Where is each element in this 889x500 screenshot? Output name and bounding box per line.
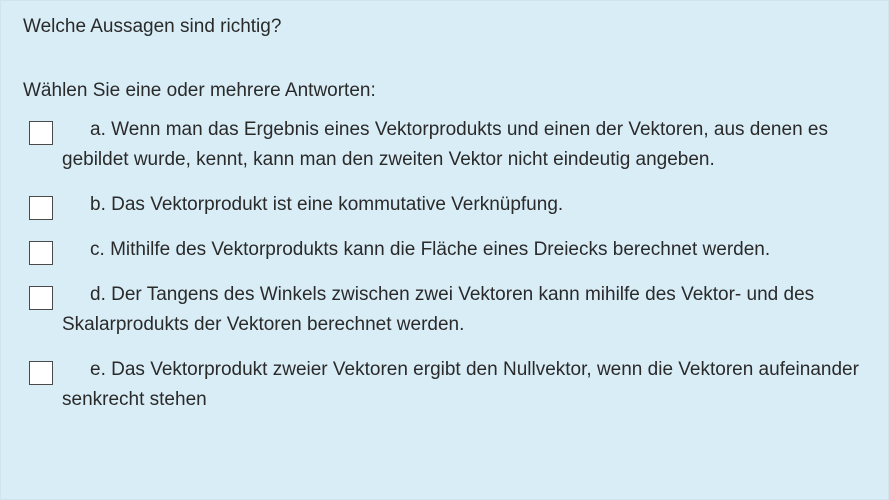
answer-option-a[interactable]: a. Wenn man das Ergebnis eines Vektorpro… — [29, 115, 859, 175]
checkbox-e[interactable] — [29, 361, 53, 385]
answer-letter-a: a. — [90, 119, 106, 140]
answer-instruction: Wählen Sie eine oder mehrere Antworten: — [23, 80, 376, 101]
answer-text-e: Das Vektorprodukt zweier Vektoren ergibt… — [62, 359, 859, 410]
checkbox-d[interactable] — [29, 286, 53, 310]
answer-letter-c: c. — [90, 239, 105, 260]
answer-letter-d: d. — [90, 284, 106, 305]
answer-text-c: Mithilfe des Vektorprodukts kann die Flä… — [110, 239, 771, 260]
checkbox-c[interactable] — [29, 241, 53, 265]
answer-option-c[interactable]: c. Mithilfe des Vektorprodukts kann die … — [29, 235, 859, 265]
answer-letter-e: e. — [90, 359, 106, 380]
answer-option-e[interactable]: e. Das Vektorprodukt zweier Vektoren erg… — [29, 355, 859, 415]
answer-letter-b: b. — [90, 194, 106, 215]
answer-list: a. Wenn man das Ergebnis eines Vektorpro… — [29, 115, 859, 415]
question-text: Welche Aussagen sind richtig? — [23, 16, 282, 37]
answer-option-b[interactable]: b. Das Vektorprodukt ist eine kommutativ… — [29, 190, 859, 220]
answer-text-b: Das Vektorprodukt ist eine kommutative V… — [111, 194, 564, 215]
checkbox-a[interactable] — [29, 121, 53, 145]
question-panel: Welche Aussagen sind richtig? Wählen Sie… — [0, 0, 889, 500]
answer-text-d: Der Tangens des Winkels zwischen zwei Ve… — [62, 284, 815, 335]
checkbox-b[interactable] — [29, 196, 53, 220]
answer-option-d[interactable]: d. Der Tangens des Winkels zwischen zwei… — [29, 280, 859, 340]
answer-text-a: Wenn man das Ergebnis eines Vektorproduk… — [62, 119, 828, 170]
